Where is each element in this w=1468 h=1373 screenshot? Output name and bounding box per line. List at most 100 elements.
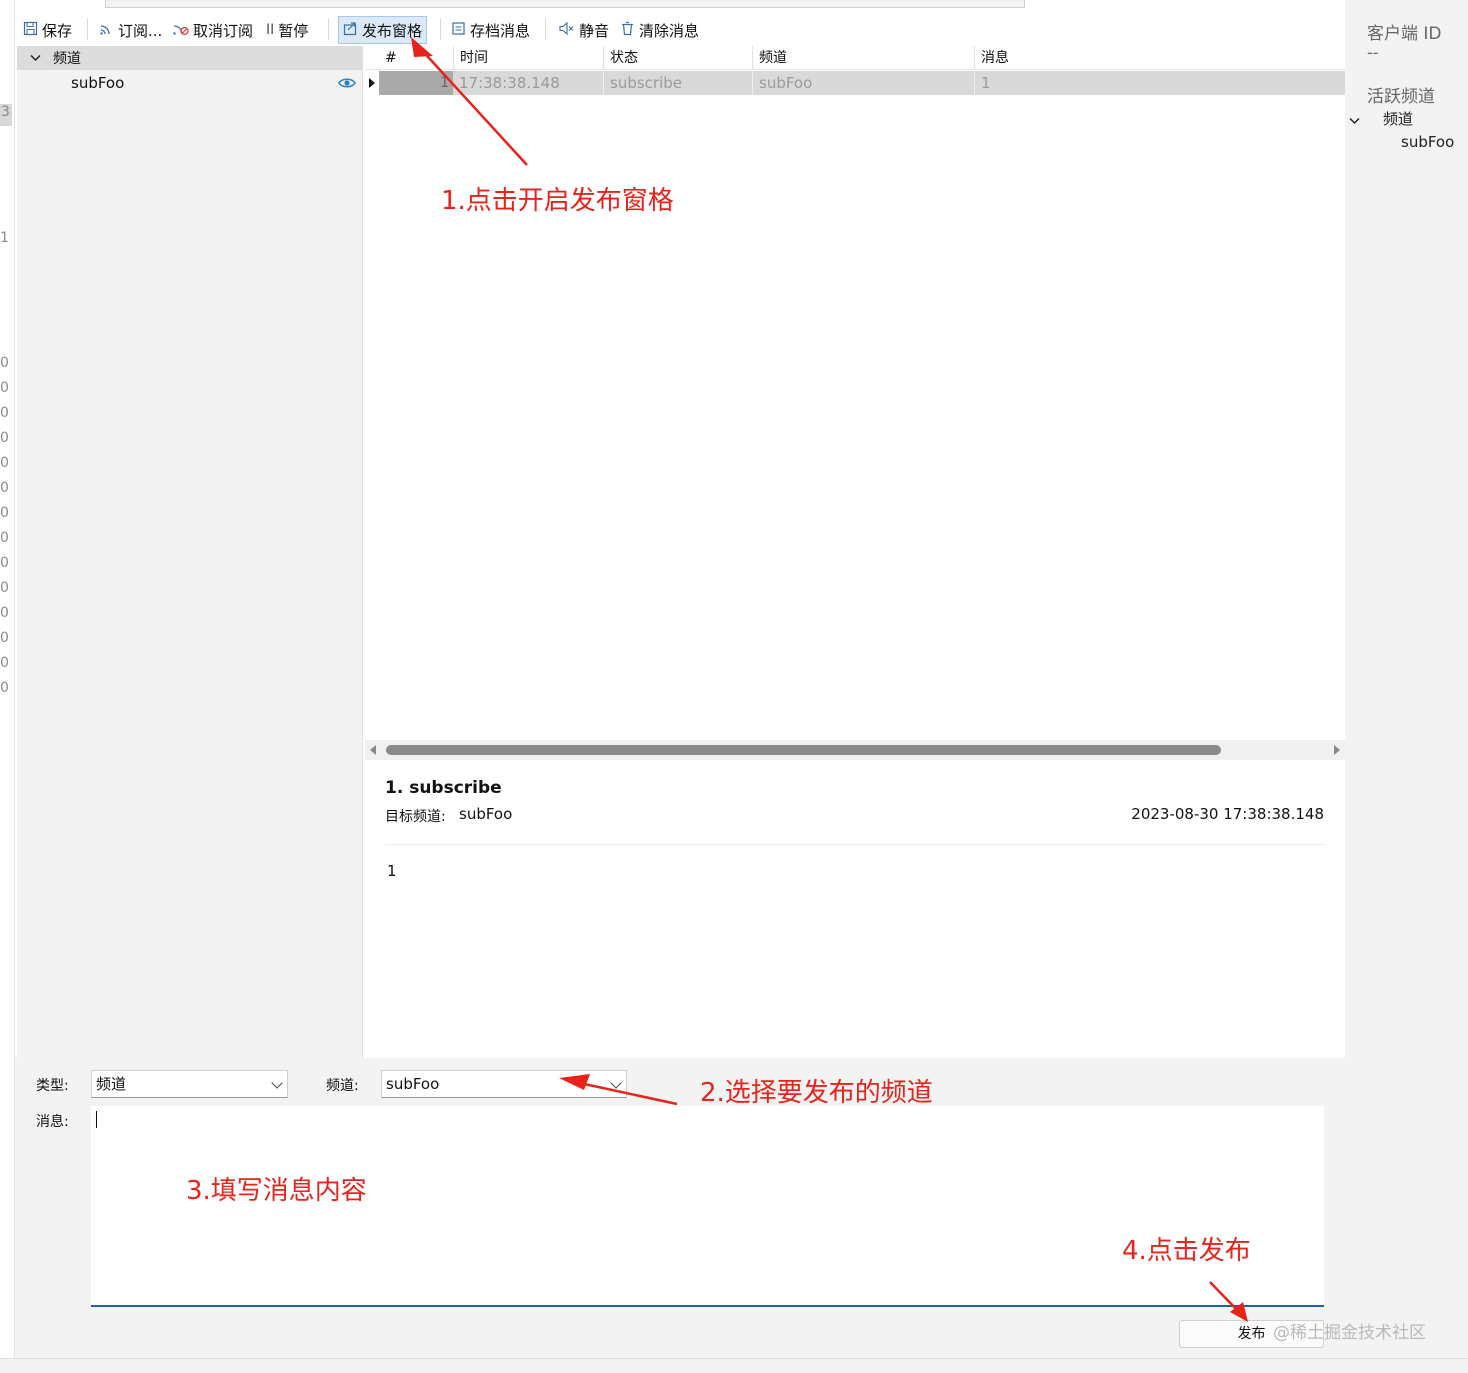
gutter-number: 0 <box>0 530 9 546</box>
gutter-number: 0 <box>0 380 9 396</box>
time-cell: 17:38:38.148 <box>459 74 560 92</box>
detail-title: 1. subscribe <box>385 778 502 798</box>
column-header-channel[interactable]: 频道 <box>752 46 974 70</box>
chevron-down-icon[interactable] <box>1349 110 1360 129</box>
eye-icon[interactable] <box>338 74 356 92</box>
channel-tree-pane: 频道 subFoo <box>17 46 363 1058</box>
toolbar: 保存 订阅... 取消订阅 II 暂停 发布窗格 存档消息 静音 清除消息 <box>15 12 1345 46</box>
status-bar <box>0 1358 1468 1373</box>
annotation-step-4: 4.点击发布 <box>1122 1236 1251 1266</box>
channel-select[interactable]: subFoo <box>381 1070 627 1098</box>
status-cell: subscribe <box>603 71 752 95</box>
detail-channel: subFoo <box>459 805 513 823</box>
top-tab-strip <box>105 0 1025 8</box>
clear-messages-button[interactable]: 清除消息 <box>620 16 699 44</box>
type-select-value: 频道 <box>96 1075 127 1093</box>
grid-header: # 时间 状态 频道 消息 <box>365 46 1345 70</box>
gutter-number: 0 <box>0 355 9 371</box>
gutter-number: 0 <box>0 555 9 571</box>
tree-item-subfoo[interactable]: subFoo <box>17 71 362 95</box>
gutter-number: 0 <box>0 505 9 521</box>
gutter-number: 0 <box>0 655 9 671</box>
mute-icon <box>558 21 575 40</box>
subscribe-label: 订阅... <box>118 21 163 40</box>
annotation-step-1: 1.点击开启发布窗格 <box>441 186 674 216</box>
horizontal-scrollbar[interactable] <box>365 740 1345 760</box>
message-cell: 1 <box>974 71 1345 95</box>
archive-icon <box>451 21 466 40</box>
column-header-time[interactable]: 时间 <box>453 46 603 70</box>
publish-pane-label: 发布窗格 <box>362 21 423 40</box>
tree-header-label: 频道 <box>53 51 81 67</box>
column-header-status[interactable]: 状态 <box>603 46 752 70</box>
publish-pane-button[interactable]: 发布窗格 <box>338 16 428 44</box>
right-tree-header: 频道 <box>1383 110 1414 128</box>
unsubscribe-label: 取消订阅 <box>193 21 254 40</box>
annotation-step-2: 2.选择要发布的频道 <box>700 1078 933 1108</box>
unsubscribe-icon <box>172 21 189 40</box>
archive-messages-button[interactable]: 存档消息 <box>451 16 530 44</box>
chevron-down-icon <box>610 1077 622 1089</box>
pause-icon: II <box>266 22 275 38</box>
mute-button[interactable]: 静音 <box>558 16 609 44</box>
message-grid: # 时间 状态 频道 消息 1 17:38:38.148 subscribe s… <box>365 46 1345 764</box>
chevron-down-icon[interactable] <box>17 51 53 65</box>
message-label: 消息: <box>36 1114 69 1130</box>
channel-select-value: subFoo <box>386 1075 440 1093</box>
client-id-label: 客户端 ID <box>1367 24 1442 44</box>
archive-label: 存档消息 <box>470 21 531 40</box>
channel-label: 频道: <box>326 1078 359 1094</box>
gutter-number: 0 <box>0 405 9 421</box>
publish-pane: 类型: 频道 频道: subFoo 消息: 发布 <box>15 1058 1345 1358</box>
row-selector[interactable] <box>365 71 379 95</box>
type-label: 类型: <box>36 1078 69 1094</box>
unsubscribe-button[interactable]: 取消订阅 <box>172 16 253 44</box>
save-label: 保存 <box>42 21 73 40</box>
gutter-number: 0 <box>0 680 9 696</box>
annotation-step-3: 3.填写消息内容 <box>186 1176 367 1206</box>
scroll-right-icon[interactable] <box>1334 745 1340 755</box>
tree-header[interactable]: 频道 <box>17 46 362 70</box>
detail-channel-label: 目标频道: <box>385 809 446 825</box>
gutter-number: 0 <box>0 630 9 646</box>
gutter-number: 1 <box>0 230 9 246</box>
table-row[interactable]: 1 17:38:38.148 subscribe subFoo 1 <box>365 71 1345 95</box>
detail-timestamp: 2023-08-30 17:38:38.148 <box>1131 805 1324 823</box>
gutter-number: 0 <box>0 455 9 471</box>
column-header-number[interactable]: # <box>379 46 453 70</box>
scroll-left-icon[interactable] <box>370 745 376 755</box>
gutter-number: 0 <box>0 605 9 621</box>
save-icon <box>23 21 38 40</box>
type-select[interactable]: 频道 <box>91 1070 288 1098</box>
save-button[interactable]: 保存 <box>23 16 72 44</box>
gutter-number: 0 <box>0 430 9 446</box>
chevron-down-icon <box>271 1077 283 1089</box>
channel-cell: subFoo <box>752 71 974 95</box>
gutter-number: 0 <box>0 480 9 496</box>
clear-label: 清除消息 <box>639 21 700 40</box>
right-tree-item[interactable]: subFoo <box>1401 133 1454 151</box>
row-number-cell: 1 <box>379 71 453 95</box>
mute-label: 静音 <box>579 21 610 40</box>
scrollbar-thumb[interactable] <box>386 745 1221 755</box>
current-row-icon <box>369 78 375 88</box>
divider <box>385 844 1324 845</box>
toolbar-separator <box>545 18 546 40</box>
toolbar-separator <box>87 18 88 40</box>
column-header-message[interactable]: 消息 <box>974 46 1345 70</box>
message-detail: 1. subscribe 目标频道: subFoo 2023-08-30 17:… <box>365 764 1345 1058</box>
left-gutter: 3 1 0 0 0 0 0 0 0 0 0 0 0 0 0 0 <box>0 0 15 1373</box>
right-panel: 客户端 ID -- 活跃频道 频道 subFoo <box>1345 0 1468 1358</box>
tree-item-label: subFoo <box>71 74 125 92</box>
watermark: @稀土掘金技术社区 <box>1273 1323 1426 1343</box>
toolbar-separator <box>328 18 329 40</box>
pause-label: 暂停 <box>278 21 309 40</box>
rss-icon <box>99 21 114 40</box>
publish-icon <box>343 21 358 40</box>
active-channels-label: 活跃频道 <box>1367 87 1435 107</box>
pause-button[interactable]: II 暂停 <box>266 16 308 44</box>
gutter-number: 3 <box>0 104 12 126</box>
toolbar-separator <box>440 18 441 40</box>
subscribe-button[interactable]: 订阅... <box>99 16 162 44</box>
text-caret <box>96 1111 97 1128</box>
